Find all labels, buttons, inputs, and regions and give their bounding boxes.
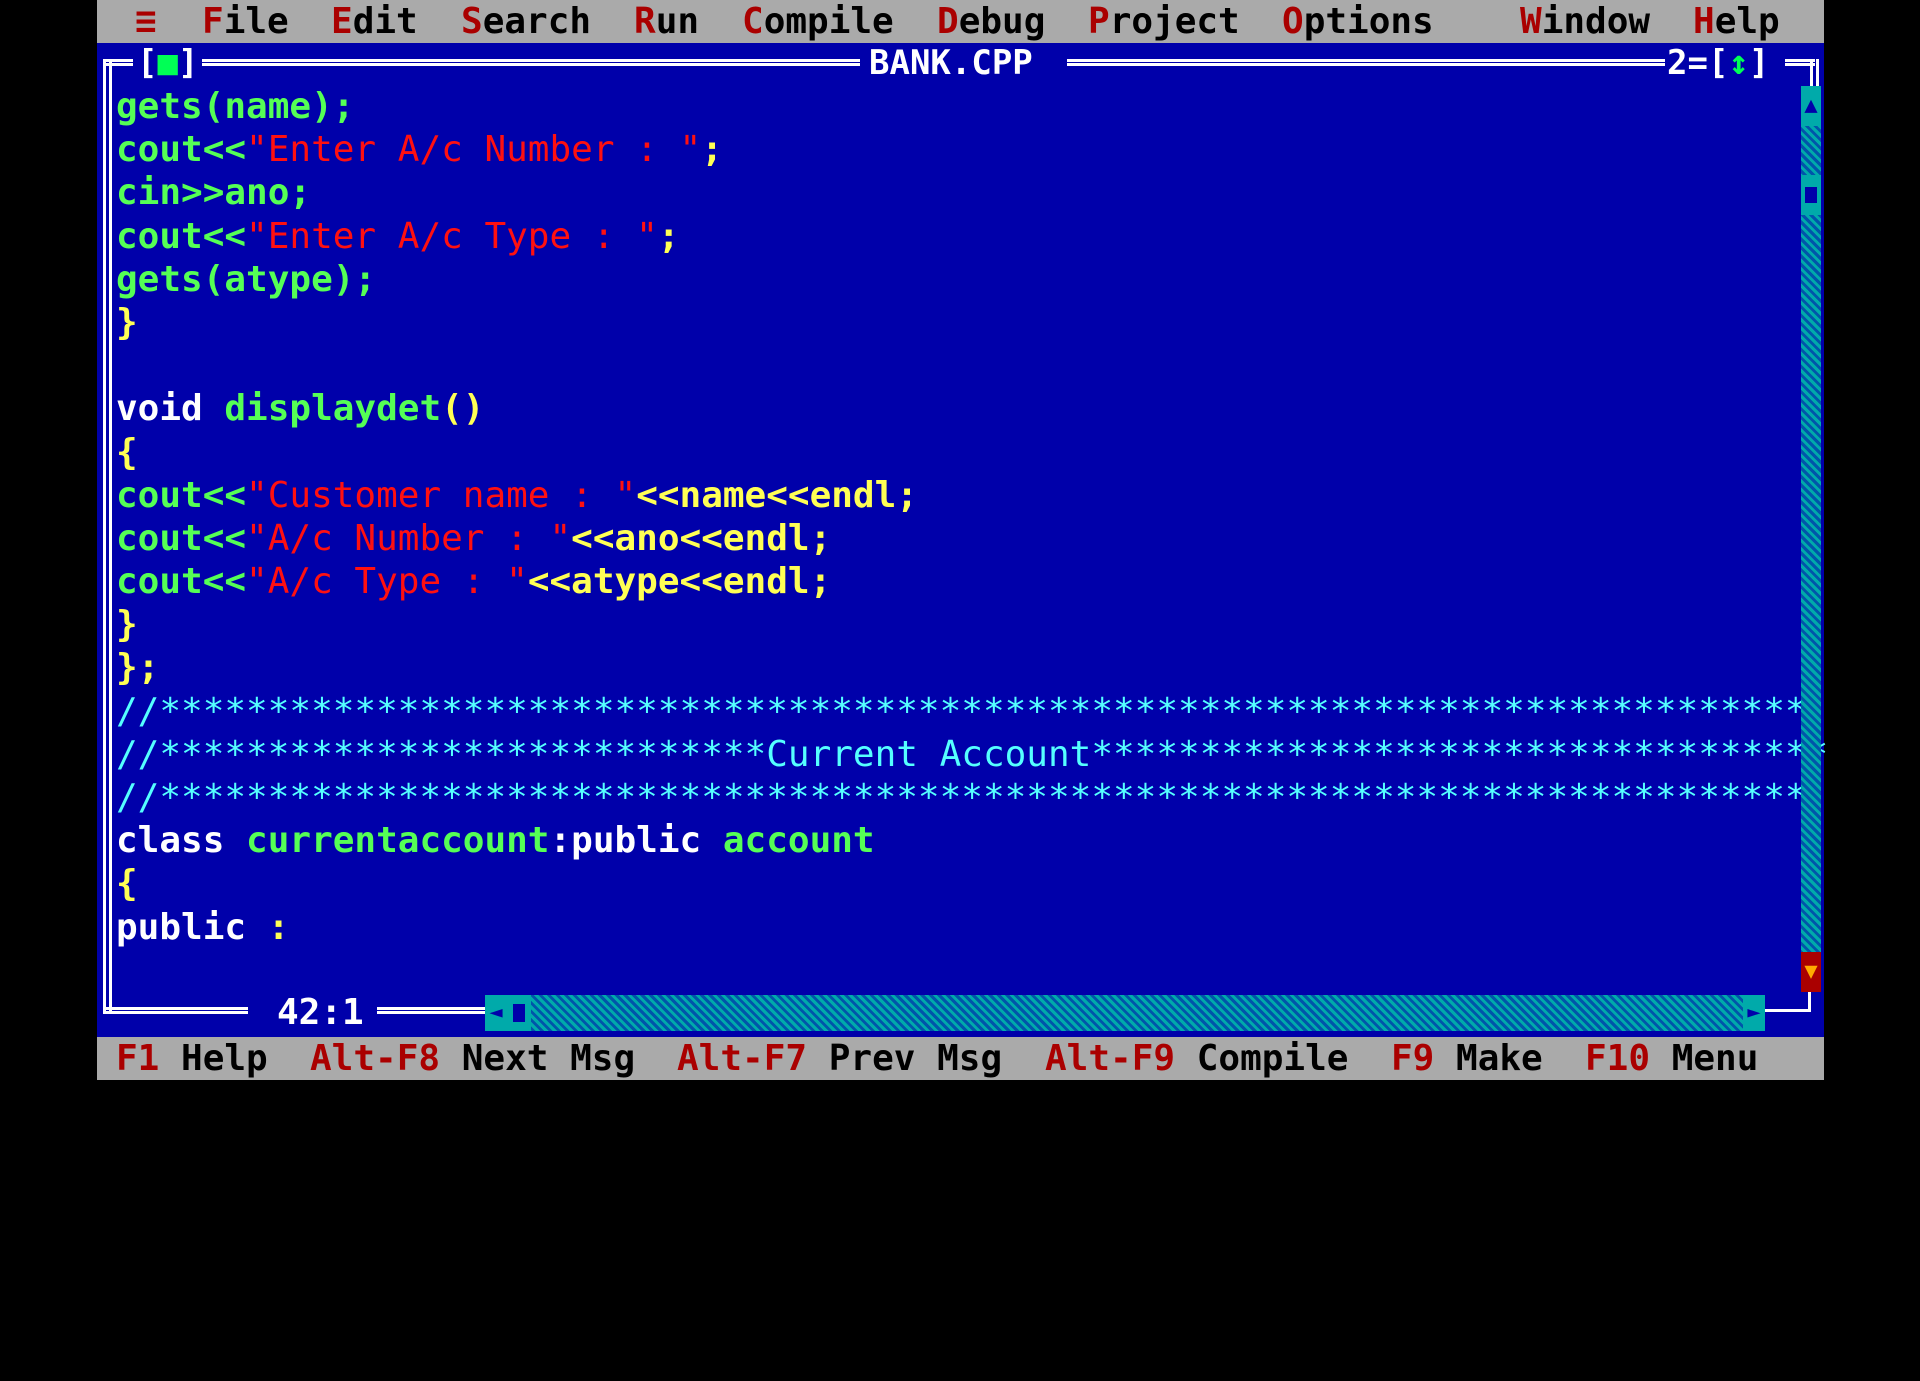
menu-file[interactable]: File (202, 0, 289, 43)
vertical-scrollbar[interactable] (1801, 86, 1821, 992)
frame-bottom-mid (377, 1007, 485, 1014)
scroll-up-arrow-icon[interactable]: ▲ (1801, 86, 1821, 126)
window-close-button[interactable]: [■] (137, 43, 198, 83)
code-line: gets(atype); (116, 258, 377, 300)
code-line: }; (116, 647, 160, 689)
code-line: cout<<"Customer name : "<<name<<endl; (116, 474, 918, 516)
menu-project[interactable]: Project (1088, 0, 1240, 43)
close-box-icon: ■ (157, 43, 178, 83)
menu-debug[interactable]: Debug (937, 0, 1045, 43)
status-menu[interactable]: F10 Menu (1585, 1037, 1758, 1080)
cursor-position: 42:1 (267, 990, 374, 1036)
zoom-arrow-icon: ↕ (1728, 43, 1749, 83)
menu-edit[interactable]: Edit (331, 0, 418, 43)
ide-screen: ≡ File Edit Search Run Compile Debug Pro… (97, 0, 1829, 1080)
code-line: //****************************Current Ac… (116, 733, 1829, 775)
window-title: BANK.CPP (869, 43, 1033, 83)
code-line: } (116, 604, 138, 646)
scroll-left-arrow-icon[interactable]: ◄ (485, 995, 507, 1031)
frame-top-mid-left (202, 59, 860, 66)
frame-bottom-left (103, 1007, 248, 1014)
frame-left (103, 59, 112, 1014)
window-zoom-button[interactable]: 2=[↕] (1667, 43, 1769, 83)
code-line: { (116, 431, 138, 473)
code-line: cout<<"A/c Number : "<<ano<<endl; (116, 517, 832, 559)
status-bar: F1 Help Alt-F8 Next Msg Alt-F7 Prev Msg … (97, 1037, 1824, 1080)
menu-run[interactable]: Run (634, 0, 699, 43)
code-line: } (116, 301, 138, 343)
frame-bottom-right (1765, 1009, 1811, 1012)
frame-right-top (1810, 59, 1819, 89)
horizontal-scroll-thumb[interactable] (507, 995, 531, 1031)
frame-right-bottom (1808, 992, 1811, 1012)
frame-top-mid-right (1067, 59, 1665, 66)
menu-search[interactable]: Search (461, 0, 591, 43)
code-line: void displaydet() (116, 388, 485, 430)
code-line: //**************************************… (116, 690, 1807, 732)
code-line: //**************************************… (116, 777, 1807, 818)
status-make[interactable]: F9 Make (1391, 1037, 1543, 1080)
code-line: class currentaccount:public account (116, 820, 875, 862)
status-help[interactable]: F1 Help (116, 1037, 268, 1080)
code-line: public : (116, 906, 290, 948)
status-compile[interactable]: Alt-F9 Compile (1045, 1037, 1348, 1080)
scroll-right-arrow-icon[interactable]: ► (1743, 995, 1765, 1031)
code-line: gets(name); (116, 86, 355, 127)
scroll-down-arrow-icon[interactable]: ▼ (1801, 952, 1821, 992)
code-line: { (116, 863, 138, 905)
code-line: cout<<"A/c Type : "<<atype<<endl; (116, 561, 832, 603)
status-next-msg[interactable]: Alt-F8 Next Msg (310, 1037, 635, 1080)
menu-bar: ≡ File Edit Search Run Compile Debug Pro… (97, 0, 1824, 43)
system-menu-icon[interactable]: ≡ (135, 0, 157, 43)
menu-help[interactable]: Help (1693, 0, 1780, 43)
vertical-scroll-thumb[interactable] (1801, 175, 1821, 215)
menu-options[interactable]: Options (1282, 0, 1434, 43)
horizontal-scrollbar[interactable] (485, 995, 1765, 1031)
code-editor[interactable]: gets(name); cout<<"Enter A/c Number : ";… (116, 85, 1829, 949)
menu-compile[interactable]: Compile (742, 0, 894, 43)
code-line: cout<<"Enter A/c Number : "; (116, 129, 723, 171)
code-line: cout<<"Enter A/c Type : "; (116, 215, 680, 257)
code-line: cin>>ano; (116, 172, 312, 214)
status-prev-msg[interactable]: Alt-F7 Prev Msg (677, 1037, 1002, 1080)
menu-window[interactable]: Window (1520, 0, 1650, 43)
